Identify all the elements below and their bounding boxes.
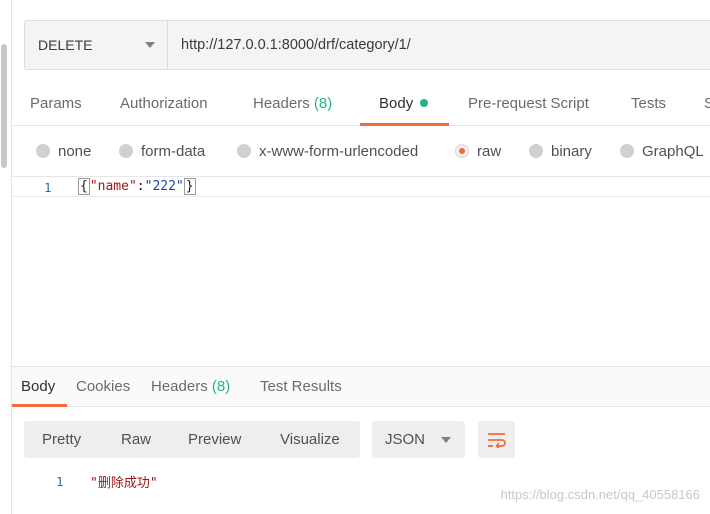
tab-params[interactable]: Params — [30, 84, 82, 126]
response-tab-headers[interactable]: Headers (8) — [151, 367, 230, 407]
code-colon: : — [136, 179, 145, 194]
tab-label: Test Results — [260, 378, 342, 395]
tab-label: Pre-request Script — [468, 95, 589, 112]
body-type-options: none form-data x-www-form-urlencoded raw… — [12, 128, 710, 174]
radio-form-data[interactable]: form-data — [119, 128, 205, 174]
response-active-tab-underline — [12, 404, 67, 407]
left-scroll-rail[interactable] — [0, 0, 12, 514]
radio-label: none — [58, 142, 92, 160]
view-preview-button[interactable]: Preview — [188, 421, 241, 458]
tab-tests[interactable]: Tests — [631, 84, 666, 126]
radio-none[interactable]: none — [36, 128, 91, 174]
radio-x-www-form-urlencoded[interactable]: x-www-form-urlencoded — [237, 128, 418, 174]
response-tab-test-results[interactable]: Test Results — [260, 367, 342, 407]
code-open-brace: { — [78, 178, 90, 195]
headers-count: (8) — [313, 95, 333, 112]
editor-line: 1 {"name":"222"} — [12, 177, 710, 197]
chevron-down-icon — [441, 436, 451, 443]
tab-headers[interactable]: Headers (8) — [253, 84, 332, 126]
scrollbar-thumb[interactable] — [1, 44, 7, 168]
radio-icon — [36, 144, 50, 158]
response-line-number: 1 — [56, 474, 64, 489]
radio-icon — [237, 144, 251, 158]
chevron-down-icon — [145, 42, 155, 48]
tab-label: Cookies — [76, 378, 131, 395]
headers-count: (8) — [211, 378, 231, 395]
format-select[interactable]: JSON — [372, 421, 465, 458]
view-raw-button[interactable]: Raw — [121, 421, 151, 458]
line-number: 1 — [44, 180, 52, 195]
radio-label: form-data — [141, 142, 206, 160]
request-body-editor[interactable]: 1 {"name":"222"} — [12, 176, 710, 366]
response-view-switch: Pretty Raw Preview Visualize — [24, 421, 360, 458]
active-tab-underline — [360, 123, 449, 126]
url-input[interactable]: http://127.0.0.1:8000/drf/category/1/ — [168, 21, 710, 69]
response-tab-body[interactable]: Body — [21, 367, 55, 407]
radio-label: binary — [551, 142, 592, 160]
url-text: http://127.0.0.1:8000/drf/category/1/ — [181, 37, 411, 53]
tab-settings-partial[interactable]: S — [704, 84, 710, 126]
wrap-lines-button[interactable] — [478, 421, 515, 458]
radio-label: raw — [477, 142, 502, 160]
tab-label: Tests — [631, 95, 667, 112]
view-visualize-button[interactable]: Visualize — [280, 421, 340, 458]
request-bar: DELETE http://127.0.0.1:8000/drf/categor… — [24, 20, 710, 70]
tab-label: S — [704, 95, 710, 112]
tab-pre-request-script[interactable]: Pre-request Script — [468, 84, 589, 126]
tab-label: Authorization — [120, 95, 208, 112]
request-tabs: Params Authorization Headers (8) Body Pr… — [12, 84, 710, 126]
format-label: JSON — [385, 431, 426, 448]
radio-label: GraphQL — [642, 142, 704, 160]
tab-label: Body — [21, 378, 56, 395]
radio-label: x-www-form-urlencoded — [259, 142, 419, 160]
code-key: "name" — [89, 179, 137, 194]
response-tab-cookies[interactable]: Cookies — [76, 367, 130, 407]
code-value: "222" — [144, 179, 184, 194]
radio-raw[interactable]: raw — [455, 128, 501, 174]
radio-binary[interactable]: binary — [529, 128, 592, 174]
radio-icon — [529, 144, 543, 158]
radio-graphql[interactable]: GraphQL — [620, 128, 704, 174]
method-label: DELETE — [38, 37, 93, 53]
tab-authorization[interactable]: Authorization — [120, 84, 208, 126]
response-body-text: "删除成功" — [90, 476, 158, 491]
tab-body[interactable]: Body — [379, 84, 429, 126]
radio-icon — [620, 144, 634, 158]
response-tabs: Body Cookies Headers (8) Test Results — [12, 367, 710, 407]
tab-label: Headers — [151, 378, 208, 395]
view-pretty-button[interactable]: Pretty — [42, 421, 81, 458]
code-line: {"name":"222"} — [78, 178, 196, 195]
tab-label: Params — [30, 95, 82, 112]
method-select[interactable]: DELETE — [25, 21, 168, 69]
tab-label: Headers — [253, 95, 310, 112]
radio-icon — [119, 144, 133, 158]
radio-selected-icon — [455, 144, 469, 158]
tab-label: Body — [379, 95, 414, 112]
watermark: https://blog.csdn.net/qq_40558166 — [500, 487, 701, 502]
code-close-brace: } — [183, 178, 196, 195]
body-status-dot-icon — [420, 99, 429, 107]
wrap-lines-icon — [487, 432, 506, 448]
